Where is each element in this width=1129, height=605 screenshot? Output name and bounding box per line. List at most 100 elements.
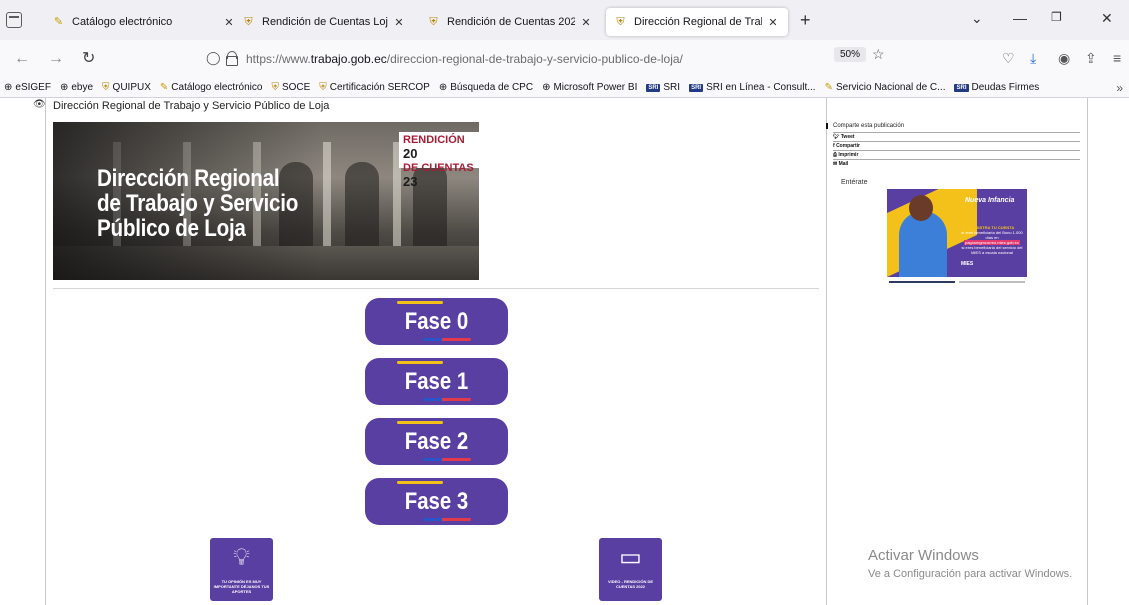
badge-text: RENDICIÓN [403,134,465,146]
share-title: Comparte esta publicación [825,123,905,129]
bookmark-servicio-nacional[interactable]: ✎ Servicio Nacional de C... [825,82,946,93]
bookmark-sri[interactable]: SRI SRI [646,82,680,93]
bookmark-catalogo[interactable]: ✎ Catálogo electrónico [160,82,263,93]
back-arrow-icon[interactable]: ← [14,50,30,68]
tracking-shield-icon[interactable]: ◯ [206,50,221,66]
sri-icon: SRI [646,83,661,92]
bookmark-label: SRI en Línea - Consult... [706,82,816,93]
banner-line: Dirección Regional [97,165,280,192]
badge-number: 23 [403,174,418,189]
bookmark-power-bi[interactable]: ⊕ Microsoft Power BI [542,82,637,93]
globe-icon: ⊕ [4,82,13,93]
download-icon[interactable]: ⤓ [1030,50,1036,66]
bookmark-label: Certificación SERCOP [329,82,430,93]
ecuador-shield-icon: ⛨ [429,15,438,28]
ad-figure-head [909,195,933,221]
watermark-line: Ve a Configuración para activar Windows. [868,568,1073,580]
fase-1-button[interactable]: Fase 1 [365,358,508,405]
bookmark-star-icon[interactable]: ☆ [872,46,885,63]
bookmark-quipux[interactable]: ⛨ QUIPUX [102,82,151,93]
lightbulb-icon: 💡︎ [233,544,250,571]
share-label: Compartir [836,143,860,149]
tab-strip: ✎ Catálogo electrónico ✕ ⛨ Rendición de … [0,0,1129,40]
navigation-toolbar: ← → ↻ ◯ https://www.trabajo.gob.ec/direc… [0,40,1129,78]
opinion-promo-button[interactable]: 💡︎ TU OPINIÓN ES MUY IMPORTANTE DÉJANOS … [210,538,273,601]
tab-rendicion-2022[interactable]: ⛨ Rendición de Cuentas Loja 2022 ✕ [234,8,414,36]
fase-2-button[interactable]: Fase 2 [365,418,508,465]
bookmark-busqueda-cpc[interactable]: ⊕ Búsqueda de CPC [439,82,533,93]
bookmark-label: eSIGEF [15,82,51,93]
bookmark-deudas-firmes[interactable]: SRI Deudas Firmes [954,82,1039,93]
video-promo-button[interactable]: ▭ VIDEO - RENDICIÓN DE CUENTAS 2022 [599,538,662,601]
tab-title: Rendición de Cuentas Loja 2022 [262,16,388,28]
watermark-line: Activar Windows [868,547,979,564]
bookmark-label: Deudas Firmes [971,82,1040,93]
sri-icon: SRI [689,83,704,92]
bookmark-label: SRI [663,82,681,93]
menu-icon[interactable]: ≡ [1113,50,1121,66]
bookmark-esigef[interactable]: ⊕ eSIGEF [4,82,51,93]
close-tab-icon[interactable]: ✕ [766,16,780,29]
lock-icon[interactable] [226,51,238,66]
forward-arrow-icon[interactable]: → [48,50,64,68]
enterate-heading: Entérate [841,179,868,186]
carousel-dot-active[interactable] [889,281,955,283]
address-bar[interactable]: ◯ https://www.trabajo.gob.ec/direccion-r… [204,45,894,73]
banner-line: de Trabajo y Servicio [97,190,299,217]
globe-icon: ⊕ [438,82,448,93]
promo-text: TU OPINIÓN ES MUY IMPORTANTE DÉJANOS TUS… [213,579,270,594]
ad-footer-logo: MIES [961,261,974,267]
bookmark-label: Catálogo electrónico [171,82,263,93]
url-prefix: https://www. [246,52,311,66]
tab-rendicion-2023[interactable]: ⛨ Rendición de Cuentas 2023 - M ✕ [419,8,601,36]
ecuador-shield-icon: ⛨ [616,15,625,28]
fase-label: Fase 3 [404,488,469,515]
globe-icon: ⊕ [59,82,69,93]
ecuador-shield-icon: ⛨ [102,82,110,93]
globe-icon: ⊕ [542,82,551,93]
extensions-icon[interactable]: ⇪ [1085,50,1097,66]
windows-activation-watermark: Activar Windows Ve a Configuración para … [868,547,1072,582]
star-pen-icon: ✎ [159,82,169,93]
ecuador-shield-icon: ⛨ [319,82,327,93]
minimize-icon[interactable]: — [1013,10,1027,26]
bookmark-label: SOCE [281,82,311,93]
bookmark-label: Microsoft Power BI [553,82,638,93]
more-bookmarks-icon[interactable]: » [1116,81,1123,95]
fase-3-button[interactable]: Fase 3 [365,478,508,525]
ad-body: REGISTRA TU CUENTA si eres beneficiaria … [961,225,1023,255]
pocket-icon[interactable]: ♡ [1002,50,1015,66]
share-facebook-link[interactable]: f Compartir [833,141,1080,150]
banner-title: Dirección Regional de Trabajo y Servicio… [97,166,321,241]
bookmark-soce[interactable]: ⛨ SOCE [271,82,310,93]
chevron-down-icon[interactable]: ⌄ [971,10,983,27]
close-window-icon[interactable]: ✕ [1101,10,1113,27]
close-tab-icon[interactable]: ✕ [579,16,593,29]
account-icon[interactable]: ◉ [1058,50,1070,66]
badge-text: DE CUENTAS [403,162,474,174]
restore-icon[interactable]: ❐ [1051,10,1062,24]
new-tab-icon[interactable]: + [800,11,811,29]
carousel-indicators[interactable] [889,281,1025,283]
bookmark-sri-en-linea[interactable]: SRI SRI en Línea - Consult... [689,82,816,93]
bookmark-ebye[interactable]: ⊕ ebye [60,82,93,93]
fase-0-button[interactable]: Fase 0 [365,298,508,345]
close-tab-icon[interactable]: ✕ [392,16,406,29]
bookmark-certificacion-sercop[interactable]: ⛨ Certificación SERCOP [319,82,430,93]
share-label: Tweet [840,134,855,140]
list-all-tabs-icon[interactable] [6,12,22,28]
reload-icon[interactable]: ↻ [82,50,95,68]
share-mail-link[interactable]: ✉ Mail [833,159,1080,168]
tab-direccion-regional[interactable]: ⛨ Dirección Regional de Trabajo y ✕ [606,8,788,36]
zoom-level-button[interactable]: 50% [834,47,867,62]
sidebar-ad-banner[interactable]: Nueva Infancia REGISTRA TU CUENTA si ere… [887,189,1027,277]
ad-figure [899,211,947,277]
tab-catalogo[interactable]: ✎ Catálogo electrónico ✕ [44,8,244,36]
url-text[interactable]: https://www.trabajo.gob.ec/direccion-reg… [246,52,683,66]
star-pen-icon: ✎ [53,15,64,28]
share-print-link[interactable]: ⎙ Imprimir [833,150,1080,159]
carousel-dot[interactable] [959,281,1025,283]
share-tweet-link[interactable]: 🐦︎ Tweet [833,132,1080,141]
fase-label: Fase 1 [404,368,469,395]
bookmark-label: Servicio Nacional de C... [835,82,946,93]
